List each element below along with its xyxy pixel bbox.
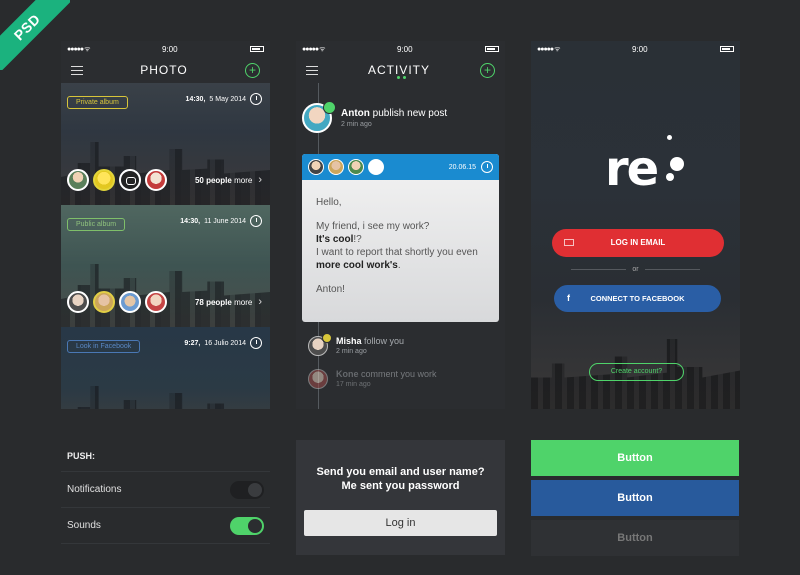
activity-item-comment[interactable]: Kone comment you work 17 min ago	[308, 369, 499, 389]
settings-row-notifications: Notifications	[61, 472, 270, 508]
avatar[interactable]	[348, 159, 364, 175]
avatar[interactable]	[308, 333, 332, 356]
push-settings: PUSH: Notifications Sounds	[61, 445, 270, 544]
add-icon[interactable]: +	[479, 62, 495, 78]
album-date: 9:27, 16 Julio 2014	[184, 337, 262, 349]
album-people: 50 people more ›	[67, 169, 262, 191]
battery-icon	[250, 46, 264, 52]
battery-icon	[720, 46, 734, 52]
avatar[interactable]	[328, 159, 344, 175]
psd-ribbon: PSD	[0, 0, 70, 70]
people-count[interactable]: 78 people more ›	[195, 296, 262, 308]
avatar[interactable]	[368, 159, 384, 175]
activity-item-post[interactable]: Anton publish new post 2 min ago	[302, 101, 499, 133]
app-logo: re	[605, 141, 659, 197]
notifications-toggle[interactable]	[230, 480, 264, 499]
signal-icon: ●●●●● ᯤ	[537, 45, 561, 53]
password-reset-box: Send you email and user name? Me sent yo…	[296, 440, 505, 555]
menu-icon[interactable]	[306, 65, 318, 75]
chevron-right-icon: ›	[258, 174, 262, 186]
signal-icon: ●●●●● ᯤ	[302, 45, 326, 53]
avatar[interactable]	[308, 369, 328, 389]
status-time: 9:00	[161, 44, 178, 54]
setting-label: Sounds	[67, 520, 101, 531]
album-tag[interactable]: Public album	[67, 218, 126, 231]
page-title: ACTIVITY	[367, 63, 430, 77]
album-date: 14:30, 11 June 2014	[180, 215, 262, 227]
album-tag[interactable]: Look in Facebook	[67, 340, 141, 353]
avatar[interactable]	[308, 159, 324, 175]
add-icon[interactable]: +	[244, 62, 260, 78]
activity-screen: ●●●●● ᯤ 9:00 ACTIVITY + Anton publish ne…	[296, 41, 505, 409]
message-card[interactable]: 20.06.15 Hello, My friend, i see my work…	[302, 154, 499, 322]
avatar[interactable]	[67, 169, 89, 191]
green-button[interactable]: Button	[531, 440, 739, 476]
activity-navbar: ACTIVITY +	[296, 57, 505, 83]
avatar[interactable]	[67, 291, 89, 313]
battery-icon	[485, 46, 499, 52]
photo-screen: ●●●●● ᯤ 9:00 PHOTO + Private album 14:30…	[61, 41, 270, 409]
page-indicator	[397, 76, 406, 79]
avatar[interactable]	[119, 291, 141, 313]
blue-button[interactable]: Button	[531, 480, 739, 516]
or-divider: or	[571, 266, 701, 273]
reset-message: Send you email and user name? Me sent yo…	[316, 466, 485, 492]
album-card-facebook[interactable]: Look in Facebook 9:27, 16 Julio 2014	[61, 327, 270, 409]
login-button[interactable]: Log in	[304, 510, 497, 536]
psd-ribbon-label: PSD	[0, 0, 70, 70]
clock-icon	[250, 215, 262, 227]
menu-icon[interactable]	[71, 65, 83, 75]
clock-icon	[481, 161, 493, 173]
clock-icon	[250, 93, 262, 105]
card-date: 20.06.15	[448, 163, 476, 171]
status-bar: ●●●●● ᯤ 9:00	[296, 41, 505, 57]
status-bar: ●●●●● ᯤ 9:00	[61, 41, 270, 57]
city-photo	[61, 386, 270, 409]
card-header: 20.06.15	[302, 154, 499, 180]
avatar[interactable]	[119, 169, 141, 191]
clock-icon	[250, 337, 262, 349]
chevron-right-icon: ›	[258, 296, 262, 308]
status-time: 9:00	[396, 44, 413, 54]
button-styles: Button Button Button	[531, 440, 739, 560]
avatar[interactable]	[93, 169, 115, 191]
page-title: PHOTO	[140, 63, 188, 77]
sounds-toggle[interactable]	[230, 516, 264, 535]
mail-icon	[564, 239, 574, 246]
facebook-icon: f	[567, 293, 570, 303]
signal-icon: ●●●●● ᯤ	[67, 45, 91, 53]
connect-facebook-button[interactable]: f CONNECT TO FACEBOOK	[554, 285, 721, 312]
photo-navbar: PHOTO +	[61, 57, 270, 83]
follow-badge-icon	[322, 333, 332, 343]
push-header: PUSH:	[61, 445, 270, 472]
album-card-private[interactable]: Private album 14:30, 5 May 2014 50 peopl…	[61, 83, 270, 205]
card-body: Hello, My friend, i see my work? It's co…	[316, 197, 478, 295]
login-email-button[interactable]: LOG IN EMAIL	[552, 229, 724, 257]
settings-row-sounds: Sounds	[61, 508, 270, 544]
status-bar: ●●●●● ᯤ 9:00	[531, 41, 740, 57]
avatar[interactable]	[145, 169, 167, 191]
status-time: 9:00	[631, 44, 648, 54]
dark-button[interactable]: Button	[531, 520, 739, 556]
people-count[interactable]: 50 people more ›	[195, 174, 262, 186]
album-people: 78 people more ›	[67, 291, 262, 313]
album-card-public[interactable]: Public album 14:30, 11 June 2014 78 peop…	[61, 205, 270, 327]
album-tag[interactable]: Private album	[67, 96, 128, 109]
album-date: 14:30, 5 May 2014	[186, 93, 262, 105]
message-badge-icon	[323, 101, 336, 114]
setting-label: Notifications	[67, 484, 122, 495]
avatar[interactable]	[145, 291, 167, 313]
avatar[interactable]	[93, 291, 115, 313]
avatar[interactable]	[302, 101, 336, 133]
activity-item-follow[interactable]: Misha follow you 2 min ago	[308, 333, 499, 356]
create-account-button[interactable]: Create account?	[589, 363, 684, 381]
welcome-screen: ●●●●● ᯤ 9:00 re LOG IN EMAIL or f CONNEC…	[531, 41, 740, 409]
